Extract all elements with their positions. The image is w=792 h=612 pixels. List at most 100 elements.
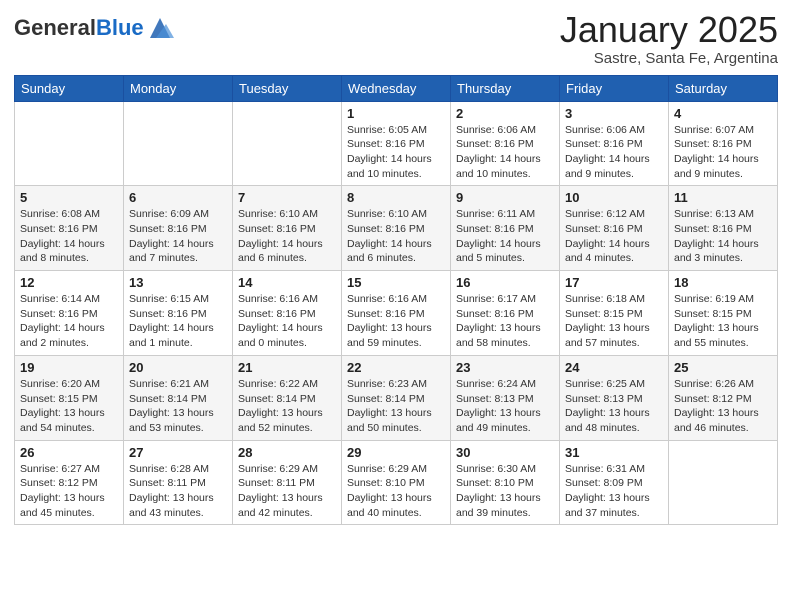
calendar-cell: 21Sunrise: 6:22 AMSunset: 8:14 PMDayligh…: [233, 355, 342, 440]
day-info: Sunrise: 6:18 AMSunset: 8:15 PMDaylight:…: [565, 292, 663, 351]
day-number: 13: [129, 275, 227, 290]
calendar-cell: 27Sunrise: 6:28 AMSunset: 8:11 PMDayligh…: [124, 440, 233, 525]
day-number: 8: [347, 190, 445, 205]
calendar-week-3: 19 Sunrise: 6:20 AMSunset: 8:15 PMDayligh…: [15, 355, 778, 440]
calendar-cell: 31 Sunrise: 6:31 AMSunset: 8:09 PMDayligh…: [560, 440, 669, 525]
location: Sastre, Santa Fe, Argentina: [560, 50, 778, 67]
day-number: 17: [565, 275, 663, 290]
calendar-cell: 12Sunrise: 6:14 AMSunset: 8:16 PMDayligh…: [15, 271, 124, 356]
day-info: Sunrise: 6:07 AMSunset: 8:16 PMDaylight:…: [674, 123, 772, 182]
day-info: Sunrise: 6:13 AMSunset: 8:16 PMDaylight:…: [674, 207, 772, 266]
calendar-cell: 23 Sunrise: 6:24 AMSunset: 8:13 PMDayligh…: [451, 355, 560, 440]
day-info: Sunrise: 6:16 AMSunset: 8:16 PMDaylight:…: [347, 292, 445, 351]
calendar-cell: [15, 101, 124, 186]
calendar-cell: 9 Sunrise: 6:11 AMSunset: 8:16 PMDaylight…: [451, 186, 560, 271]
day-number: 22: [347, 360, 445, 375]
header-sunday: Sunday: [15, 75, 124, 101]
day-info: Sunrise: 6:17 AMSunset: 8:16 PMDaylight:…: [456, 292, 554, 351]
calendar-cell: 14 Sunrise: 6:16 AMSunset: 8:16 PMDayligh…: [233, 271, 342, 356]
day-info: Sunrise: 6:06 AMSunset: 8:16 PMDaylight:…: [456, 123, 554, 182]
day-info: Sunrise: 6:29 AMSunset: 8:10 PMDaylight:…: [347, 462, 445, 521]
day-number: 29: [347, 445, 445, 460]
day-number: 20: [129, 360, 227, 375]
day-number: 12: [20, 275, 118, 290]
day-info: Sunrise: 6:20 AMSunset: 8:15 PMDaylight:…: [20, 377, 118, 436]
day-info: Sunrise: 6:11 AMSunset: 8:16 PMDaylight:…: [456, 207, 554, 266]
calendar-week-4: 26 Sunrise: 6:27 AMSunset: 8:12 PMDayligh…: [15, 440, 778, 525]
header-saturday: Saturday: [669, 75, 778, 101]
day-number: 4: [674, 106, 772, 121]
day-number: 14: [238, 275, 336, 290]
calendar-week-0: 1 Sunrise: 6:05 AMSunset: 8:16 PMDaylight…: [15, 101, 778, 186]
header-monday: Monday: [124, 75, 233, 101]
calendar-header-row: Sunday Monday Tuesday Wednesday Thursday…: [15, 75, 778, 101]
day-info: Sunrise: 6:29 AMSunset: 8:11 PMDaylight:…: [238, 462, 336, 521]
day-info: Sunrise: 6:05 AMSunset: 8:16 PMDaylight:…: [347, 123, 445, 182]
calendar-cell: 6 Sunrise: 6:09 AMSunset: 8:16 PMDaylight…: [124, 186, 233, 271]
day-info: Sunrise: 6:08 AMSunset: 8:16 PMDaylight:…: [20, 207, 118, 266]
day-number: 7: [238, 190, 336, 205]
day-number: 25: [674, 360, 772, 375]
day-number: 1: [347, 106, 445, 121]
header-wednesday: Wednesday: [342, 75, 451, 101]
day-info: Sunrise: 6:25 AMSunset: 8:13 PMDaylight:…: [565, 377, 663, 436]
day-info: Sunrise: 6:23 AMSunset: 8:14 PMDaylight:…: [347, 377, 445, 436]
calendar-week-2: 12Sunrise: 6:14 AMSunset: 8:16 PMDayligh…: [15, 271, 778, 356]
calendar-cell: 20 Sunrise: 6:21 AMSunset: 8:14 PMDayligh…: [124, 355, 233, 440]
header-tuesday: Tuesday: [233, 75, 342, 101]
day-number: 19: [20, 360, 118, 375]
day-number: 21: [238, 360, 336, 375]
day-number: 16: [456, 275, 554, 290]
calendar-cell: 24 Sunrise: 6:25 AMSunset: 8:13 PMDayligh…: [560, 355, 669, 440]
day-number: 15: [347, 275, 445, 290]
calendar-cell: [669, 440, 778, 525]
day-info: Sunrise: 6:31 AMSunset: 8:09 PMDaylight:…: [565, 462, 663, 521]
calendar-cell: 4 Sunrise: 6:07 AMSunset: 8:16 PMDaylight…: [669, 101, 778, 186]
day-number: 10: [565, 190, 663, 205]
calendar-cell: [233, 101, 342, 186]
day-info: Sunrise: 6:27 AMSunset: 8:12 PMDaylight:…: [20, 462, 118, 521]
day-info: Sunrise: 6:15 AMSunset: 8:16 PMDaylight:…: [129, 292, 227, 351]
header-friday: Friday: [560, 75, 669, 101]
calendar-week-1: 5 Sunrise: 6:08 AMSunset: 8:16 PMDaylight…: [15, 186, 778, 271]
day-info: Sunrise: 6:16 AMSunset: 8:16 PMDaylight:…: [238, 292, 336, 351]
calendar-cell: 2Sunrise: 6:06 AMSunset: 8:16 PMDaylight…: [451, 101, 560, 186]
calendar-cell: 10 Sunrise: 6:12 AMSunset: 8:16 PMDayligh…: [560, 186, 669, 271]
calendar-cell: 7 Sunrise: 6:10 AMSunset: 8:16 PMDaylight…: [233, 186, 342, 271]
day-info: Sunrise: 6:09 AMSunset: 8:16 PMDaylight:…: [129, 207, 227, 266]
calendar-cell: 17 Sunrise: 6:18 AMSunset: 8:15 PMDayligh…: [560, 271, 669, 356]
calendar-cell: 28 Sunrise: 6:29 AMSunset: 8:11 PMDayligh…: [233, 440, 342, 525]
day-number: 3: [565, 106, 663, 121]
day-number: 6: [129, 190, 227, 205]
day-info: Sunrise: 6:24 AMSunset: 8:13 PMDaylight:…: [456, 377, 554, 436]
page-container: GeneralBlue January 2025 Sastre, Santa F…: [0, 0, 792, 535]
title-block: January 2025 Sastre, Santa Fe, Argentina: [560, 10, 778, 67]
day-number: 31: [565, 445, 663, 460]
day-info: Sunrise: 6:10 AMSunset: 8:16 PMDaylight:…: [238, 207, 336, 266]
logo-blue: Blue: [96, 15, 144, 40]
day-number: 9: [456, 190, 554, 205]
calendar-cell: 29 Sunrise: 6:29 AMSunset: 8:10 PMDayligh…: [342, 440, 451, 525]
calendar-cell: 26 Sunrise: 6:27 AMSunset: 8:12 PMDayligh…: [15, 440, 124, 525]
calendar-cell: [124, 101, 233, 186]
day-number: 11: [674, 190, 772, 205]
calendar-cell: 5 Sunrise: 6:08 AMSunset: 8:16 PMDaylight…: [15, 186, 124, 271]
day-number: 5: [20, 190, 118, 205]
calendar-cell: 3Sunrise: 6:06 AMSunset: 8:16 PMDaylight…: [560, 101, 669, 186]
month-title: January 2025: [560, 10, 778, 50]
calendar: Sunday Monday Tuesday Wednesday Thursday…: [14, 75, 778, 526]
day-number: 24: [565, 360, 663, 375]
day-number: 28: [238, 445, 336, 460]
day-info: Sunrise: 6:26 AMSunset: 8:12 PMDaylight:…: [674, 377, 772, 436]
day-info: Sunrise: 6:28 AMSunset: 8:11 PMDaylight:…: [129, 462, 227, 521]
day-number: 30: [456, 445, 554, 460]
day-number: 26: [20, 445, 118, 460]
day-info: Sunrise: 6:21 AMSunset: 8:14 PMDaylight:…: [129, 377, 227, 436]
calendar-cell: 1 Sunrise: 6:05 AMSunset: 8:16 PMDaylight…: [342, 101, 451, 186]
calendar-cell: 11 Sunrise: 6:13 AMSunset: 8:16 PMDayligh…: [669, 186, 778, 271]
calendar-cell: 18Sunrise: 6:19 AMSunset: 8:15 PMDayligh…: [669, 271, 778, 356]
day-number: 23: [456, 360, 554, 375]
calendar-cell: 30Sunrise: 6:30 AMSunset: 8:10 PMDayligh…: [451, 440, 560, 525]
calendar-cell: 19 Sunrise: 6:20 AMSunset: 8:15 PMDayligh…: [15, 355, 124, 440]
day-info: Sunrise: 6:12 AMSunset: 8:16 PMDaylight:…: [565, 207, 663, 266]
